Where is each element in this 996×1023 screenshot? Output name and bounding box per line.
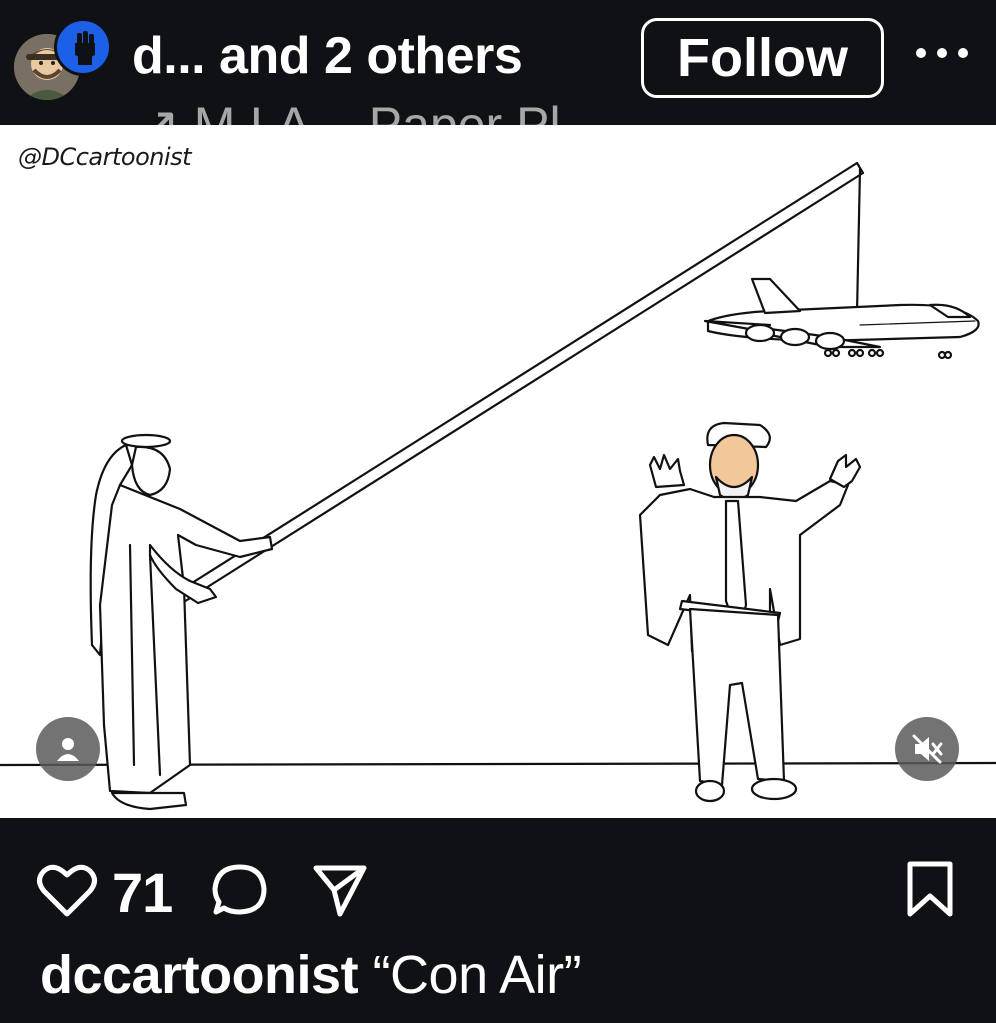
sheikh-drawing — [89, 433, 274, 811]
more-dot-icon — [916, 48, 926, 58]
bookmark-icon[interactable] — [906, 860, 954, 918]
heart-icon[interactable] — [36, 862, 98, 918]
caption-username[interactable]: dccartoonist — [40, 945, 359, 1005]
music-track[interactable]: ↗ M.I.A. · Paper Pl... — [138, 96, 602, 125]
more-dot-icon — [958, 48, 968, 58]
like-count[interactable]: 71 — [112, 860, 173, 925]
author-avatar-group[interactable] — [14, 18, 112, 100]
story-badge — [54, 18, 112, 76]
follow-button[interactable]: Follow — [641, 18, 884, 98]
post-media[interactable]: @DCcartoonist — [0, 125, 996, 818]
author-names[interactable]: d... and 2 others — [132, 26, 523, 86]
tagged-people-button[interactable] — [36, 717, 100, 781]
more-options-button[interactable] — [916, 38, 968, 68]
speaker-muted-icon — [912, 734, 943, 764]
artist-watermark: @DCcartoonist — [18, 143, 192, 171]
post-header: d... and 2 others ↗ M.I.A. · Paper Pl...… — [0, 0, 996, 125]
post-actions: 71 dccartoonist “Con Air” — [0, 818, 996, 1023]
more-dot-icon — [937, 48, 947, 58]
comment-icon[interactable] — [210, 862, 270, 918]
mute-toggle-button[interactable] — [895, 717, 959, 781]
airplane-drawing — [703, 277, 980, 360]
caption-text: “Con Air” — [372, 945, 582, 1005]
man-in-suit-drawing — [638, 421, 862, 803]
cartoon-illustration — [0, 161, 996, 811]
post-caption: dccartoonist “Con Air” — [40, 944, 582, 1006]
send-icon[interactable] — [312, 862, 368, 918]
person-icon — [57, 738, 79, 761]
raised-fist-icon — [75, 31, 95, 65]
